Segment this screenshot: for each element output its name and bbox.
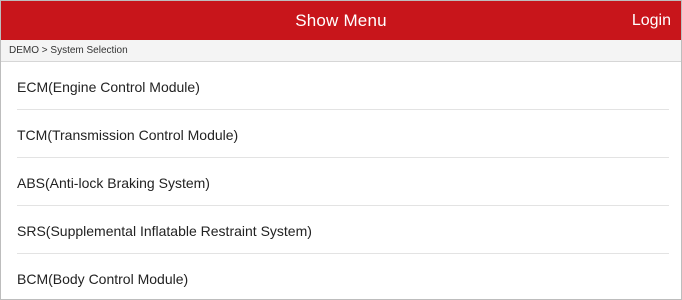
system-item-abs[interactable]: ABS(Anti-lock Braking System) (1, 158, 681, 206)
system-item-bcm[interactable]: BCM(Body Control Module) (1, 254, 681, 299)
breadcrumb: DEMO > System Selection (1, 40, 681, 62)
login-link[interactable]: Login (632, 1, 671, 40)
system-list: ECM(Engine Control Module) TCM(Transmiss… (1, 62, 681, 299)
show-menu-title[interactable]: Show Menu (1, 1, 681, 40)
system-item-tcm[interactable]: TCM(Transmission Control Module) (1, 110, 681, 158)
app-window: Show Menu Login DEMO > System Selection … (0, 0, 682, 300)
system-item-srs[interactable]: SRS(Supplemental Inflatable Restraint Sy… (1, 206, 681, 254)
title-bar: Show Menu Login (1, 1, 681, 40)
system-item-ecm[interactable]: ECM(Engine Control Module) (1, 62, 681, 110)
